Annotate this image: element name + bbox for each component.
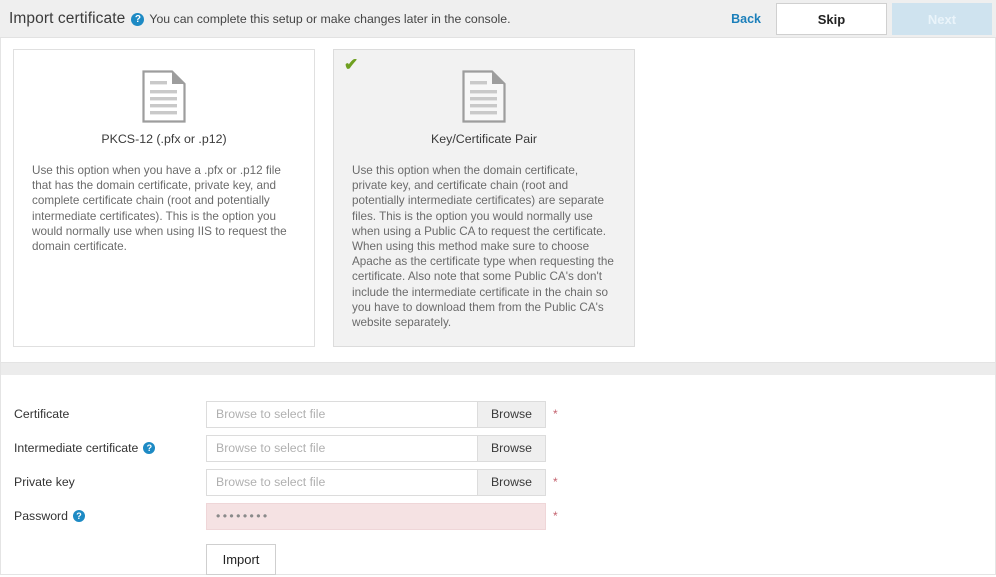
certificate-input[interactable] [207, 402, 477, 427]
import-button[interactable]: Import [206, 544, 276, 575]
next-button[interactable]: Next [892, 3, 992, 35]
intermediate-certificate-browse-button[interactable]: Browse [477, 436, 545, 461]
private-key-browse-button[interactable]: Browse [477, 470, 545, 495]
label-text: Private key [14, 475, 75, 489]
document-icon [14, 50, 314, 123]
private-key-file-field[interactable]: Browse [206, 469, 546, 496]
selected-check-icon: ✔ [344, 56, 358, 73]
option-card-key-cert-pair[interactable]: ✔ Key/Certificate Pair Use this option w… [333, 49, 635, 347]
section-divider [0, 363, 996, 375]
form-row-intermediate-certificate: Intermediate certificate ? Browse [14, 431, 995, 465]
label-text: Certificate [14, 407, 69, 421]
option-card-description: Use this option when the domain certific… [334, 146, 634, 330]
label-text: Intermediate certificate [14, 441, 138, 455]
question-circle-icon[interactable]: ? [73, 510, 85, 522]
field-label: Intermediate certificate ? [14, 441, 206, 455]
certificate-form-panel: Certificate Browse * Intermediate certif… [0, 375, 996, 575]
required-asterisk: * [553, 407, 561, 421]
certificate-type-options: PKCS-12 (.pfx or .p12) Use this option w… [1, 38, 995, 347]
required-asterisk: * [553, 509, 561, 523]
page-header: Import certificate ? You can complete th… [0, 0, 996, 38]
field-label: Private key [14, 475, 206, 489]
import-action-row: Import [14, 544, 995, 575]
form-row-private-key: Private key Browse * [14, 465, 995, 499]
intermediate-certificate-file-field[interactable]: Browse [206, 435, 546, 462]
option-card-title: Key/Certificate Pair [334, 132, 634, 146]
question-circle-icon[interactable]: ? [131, 13, 144, 26]
certificate-file-field[interactable]: Browse [206, 401, 546, 428]
skip-button[interactable]: Skip [776, 3, 887, 35]
field-label: Password ? [14, 509, 206, 523]
password-input[interactable] [206, 503, 546, 530]
certificate-type-panel: PKCS-12 (.pfx or .p12) Use this option w… [0, 38, 996, 363]
required-asterisk: * [553, 475, 561, 489]
intermediate-certificate-input[interactable] [207, 436, 477, 461]
page-subtitle: You can complete this setup or make chan… [149, 12, 510, 26]
label-text: Password [14, 509, 68, 523]
page-title: Import certificate [9, 10, 125, 28]
private-key-input[interactable] [207, 470, 477, 495]
header-actions: Back Skip Next [731, 3, 992, 35]
option-card-description: Use this option when you have a .pfx or … [14, 146, 314, 254]
field-label: Certificate [14, 407, 206, 421]
certificate-form: Certificate Browse * Intermediate certif… [1, 375, 995, 575]
certificate-browse-button[interactable]: Browse [477, 402, 545, 427]
form-row-certificate: Certificate Browse * [14, 397, 995, 431]
option-card-pkcs12[interactable]: PKCS-12 (.pfx or .p12) Use this option w… [13, 49, 315, 347]
form-row-password: Password ? * [14, 499, 995, 533]
option-card-title: PKCS-12 (.pfx or .p12) [14, 132, 314, 146]
document-icon [334, 50, 634, 123]
back-link[interactable]: Back [731, 12, 761, 26]
question-circle-icon[interactable]: ? [143, 442, 155, 454]
